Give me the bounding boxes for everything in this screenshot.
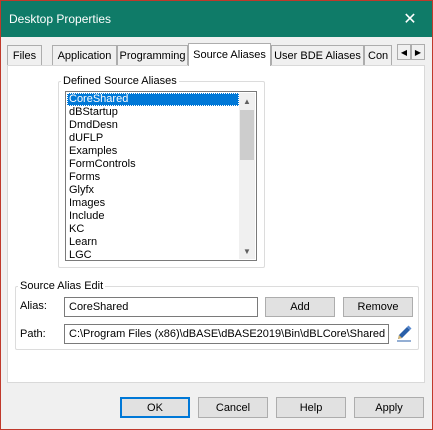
cancel-button[interactable]: Cancel: [198, 397, 268, 418]
desktop-properties-window: Desktop Properties ✕ Files Application P…: [0, 0, 433, 430]
list-item[interactable]: DmdDesn: [67, 119, 239, 132]
aliases-scrollbar[interactable]: ▲ ▼: [239, 93, 255, 259]
tab-scroll-left-icon[interactable]: ◀: [397, 44, 411, 60]
list-item[interactable]: Include: [67, 210, 239, 223]
tab-user-bde-aliases[interactable]: User BDE Aliases: [271, 45, 364, 65]
tab-source-aliases[interactable]: Source Aliases: [188, 43, 271, 66]
help-button[interactable]: Help: [276, 397, 346, 418]
list-item[interactable]: dBStartup: [67, 106, 239, 119]
edit-pencil-icon[interactable]: [394, 323, 414, 343]
close-icon[interactable]: ✕: [388, 1, 432, 37]
list-item[interactable]: FormControls: [67, 158, 239, 171]
add-button[interactable]: Add: [265, 297, 335, 317]
list-item[interactable]: Examples: [67, 145, 239, 158]
defined-aliases-legend: Defined Source Aliases: [63, 75, 177, 87]
tab-scroll-right-icon[interactable]: ▶: [411, 44, 425, 60]
tab-scroll-buttons: ◀ ▶: [397, 44, 425, 60]
ok-button[interactable]: OK: [120, 397, 190, 418]
aliases-list: CoreShared dBStartup DmdDesn dUFLP Examples F…: [67, 93, 239, 262]
tab-application[interactable]: Application: [52, 45, 117, 65]
scroll-up-icon[interactable]: ▲: [239, 93, 255, 109]
tab-files[interactable]: Files: [7, 45, 42, 65]
scroll-down-icon[interactable]: ▼: [239, 243, 255, 259]
list-item[interactable]: Images: [67, 197, 239, 210]
list-item[interactable]: LGC: [67, 249, 239, 262]
scroll-thumb[interactable]: [240, 110, 254, 160]
list-item[interactable]: Forms: [67, 171, 239, 184]
alias-input[interactable]: CoreShared: [64, 297, 258, 317]
alias-label: Alias:: [20, 300, 47, 312]
tab-programming[interactable]: Programming: [117, 45, 188, 65]
list-item[interactable]: CoreShared: [67, 93, 239, 106]
tab-con[interactable]: Con: [364, 45, 392, 65]
list-item[interactable]: Learn: [67, 236, 239, 249]
aliases-listbox[interactable]: CoreShared dBStartup DmdDesn dUFLP Examples F…: [65, 91, 257, 261]
path-input[interactable]: C:\Program Files (x86)\dBASE\dBASE2019\B…: [64, 324, 389, 344]
list-item[interactable]: dUFLP: [67, 132, 239, 145]
window-title: Desktop Properties: [9, 12, 112, 26]
tab-strip: Files Application Programming Source Ali…: [7, 43, 425, 66]
remove-button[interactable]: Remove: [343, 297, 413, 317]
apply-button[interactable]: Apply: [354, 397, 424, 418]
list-item[interactable]: KC: [67, 223, 239, 236]
list-item[interactable]: Glyfx: [67, 184, 239, 197]
path-label: Path:: [20, 328, 46, 340]
alias-edit-legend: Source Alias Edit: [20, 280, 104, 292]
title-bar: Desktop Properties ✕: [1, 1, 432, 37]
